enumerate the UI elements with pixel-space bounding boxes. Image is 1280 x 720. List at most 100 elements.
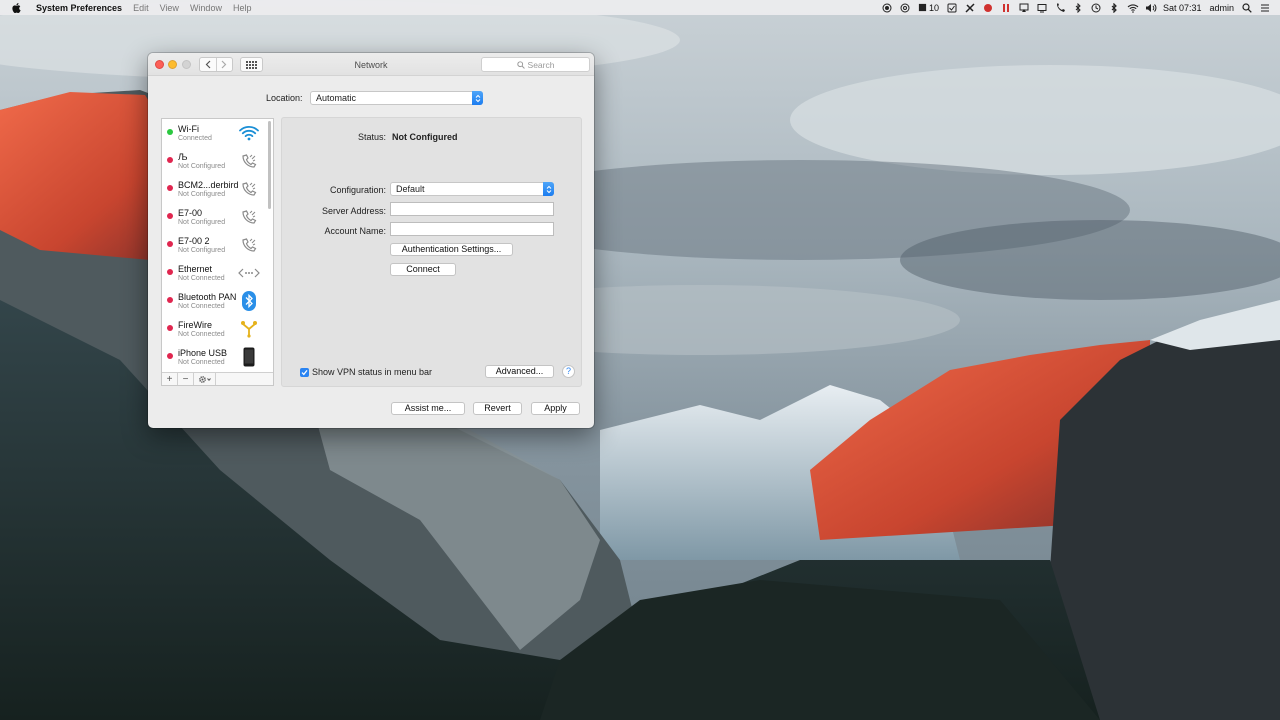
service-item-e7-00-2[interactable]: E7-00 2 Not Configured <box>162 231 273 259</box>
tools-icon[interactable] <box>965 2 975 13</box>
service-item-e7-00[interactable]: E7-00 Not Configured <box>162 203 273 231</box>
detail-pane: Status: Not Configured Configuration: De… <box>281 117 582 387</box>
cc-icon[interactable] <box>900 3 910 13</box>
search-field[interactable]: Search <box>481 57 590 72</box>
bluetooth-icon <box>238 290 260 312</box>
menu-edit[interactable]: Edit <box>133 3 149 13</box>
checkbox-icon[interactable] <box>947 3 957 13</box>
bluetooth-status-icon[interactable] <box>1073 2 1083 13</box>
menu-help[interactable]: Help <box>233 3 252 13</box>
add-service-button[interactable]: + <box>162 373 178 385</box>
help-button[interactable]: ? <box>562 365 575 378</box>
service-name: BCM2...derbird <box>178 180 239 190</box>
server-address-field[interactable] <box>390 202 554 216</box>
configuration-popup[interactable]: Default <box>390 182 554 196</box>
firewire-icon <box>238 318 260 340</box>
pause-icon[interactable] <box>1001 3 1011 13</box>
phone-icon <box>238 150 260 172</box>
service-item-firewire[interactable]: FireWire Not Connected <box>162 315 273 343</box>
remove-service-button[interactable]: − <box>178 373 194 385</box>
service-item-bluetooth-pan[interactable]: Bluetooth PAN Not Connected <box>162 287 273 315</box>
show-vpn-label[interactable]: Show VPN status in menu bar <box>312 367 432 377</box>
service-name: E7-00 <box>178 208 203 218</box>
service-item-ethernet[interactable]: Ethernet Not Connected <box>162 259 273 287</box>
title-bar[interactable]: Network Search <box>148 53 594 76</box>
status-area: 10 Sat 07:31 admin <box>882 0 1270 15</box>
service-state: Not Connected <box>178 303 225 310</box>
service-item-iphone-usb[interactable]: iPhone USB Not Connected <box>162 343 273 371</box>
menu-app-name[interactable]: System Preferences <box>36 3 122 13</box>
apply-button[interactable]: Apply <box>531 402 580 415</box>
show-vpn-checkbox[interactable] <box>300 368 309 377</box>
apple-menu-icon[interactable] <box>12 2 26 13</box>
status-value: Not Configured <box>392 132 458 142</box>
search-icon <box>516 60 525 69</box>
account-name-field[interactable] <box>390 222 554 236</box>
menu-window[interactable]: Window <box>190 3 222 13</box>
assist-me-button[interactable]: Assist me... <box>391 402 465 415</box>
service-name: Wi-Fi <box>178 124 199 134</box>
service-item-2[interactable]: Љ Not Configured <box>162 147 273 175</box>
service-state: Not Configured <box>178 191 226 198</box>
airplay-icon[interactable] <box>1019 3 1029 13</box>
phone-status-icon[interactable] <box>1055 2 1065 13</box>
popup-arrows-icon <box>543 182 554 196</box>
checkmark-icon <box>301 369 308 376</box>
phone-icon <box>238 178 260 200</box>
configuration-label: Configuration: <box>329 185 386 195</box>
status-dot <box>167 213 173 219</box>
revert-button[interactable]: Revert <box>473 402 522 415</box>
server-address-label: Server Address: <box>321 206 386 216</box>
status-dot <box>167 353 173 359</box>
wifi-icon <box>238 122 260 144</box>
service-state: Not Connected <box>178 359 225 366</box>
red-status-icon[interactable] <box>983 3 993 13</box>
bluetooth-icon[interactable] <box>1109 2 1119 13</box>
menu-view[interactable]: View <box>160 3 179 13</box>
search-placeholder: Search <box>527 59 555 70</box>
service-state: Not Configured <box>178 247 226 254</box>
status-dot <box>167 269 173 275</box>
status-dot <box>167 325 173 331</box>
location-value: Automatic <box>316 93 357 103</box>
record-icon[interactable] <box>882 3 892 13</box>
service-item-wifi[interactable]: Wi-Fi Connected <box>162 119 273 147</box>
user-name[interactable]: admin <box>1209 3 1234 13</box>
volume-icon[interactable] <box>1145 3 1157 13</box>
wifi-status-icon[interactable] <box>1127 3 1139 13</box>
status-dot <box>167 185 173 191</box>
service-list[interactable]: Wi-Fi Connected Љ Not Configured BCM2...… <box>161 118 274 386</box>
service-state: Not Connected <box>178 331 225 338</box>
service-name: Љ <box>178 152 188 162</box>
service-name: FireWire <box>178 320 212 330</box>
service-name: iPhone USB <box>178 348 228 358</box>
service-name: E7-00 2 <box>178 236 210 246</box>
advanced-button[interactable]: Advanced... <box>485 365 554 378</box>
list-scrollbar[interactable] <box>268 121 271 209</box>
status-dot <box>167 129 173 135</box>
gear-icon[interactable] <box>194 373 216 385</box>
service-state: Not Connected <box>178 275 225 282</box>
status-dot <box>167 157 173 163</box>
menu-bar: System Preferences Edit View Window Help… <box>0 0 1280 15</box>
notification-center-icon[interactable] <box>1260 3 1270 13</box>
account-name-label: Account Name: <box>324 226 386 236</box>
status-dot <box>167 241 173 247</box>
service-item-bcm[interactable]: BCM2...derbird Not Configured <box>162 175 273 203</box>
popup-arrows-icon <box>472 91 483 105</box>
clock[interactable]: Sat 07:31 <box>1163 3 1202 13</box>
configuration-value: Default <box>396 184 425 194</box>
iphone-icon <box>238 346 260 368</box>
time-machine-icon[interactable] <box>1091 3 1101 13</box>
notification-badge[interactable]: 10 <box>918 3 939 13</box>
list-toolbar: + − <box>162 372 273 385</box>
spotlight-icon[interactable] <box>1242 2 1252 13</box>
phone-icon <box>238 234 260 256</box>
display-icon[interactable] <box>1037 3 1047 13</box>
authentication-settings-button[interactable]: Authentication Settings... <box>390 243 513 256</box>
service-state: Connected <box>178 135 212 142</box>
connect-button[interactable]: Connect <box>390 263 456 276</box>
location-popup[interactable]: Automatic <box>310 91 483 105</box>
service-name: Bluetooth PAN <box>178 292 237 302</box>
status-label: Status: <box>357 132 386 142</box>
